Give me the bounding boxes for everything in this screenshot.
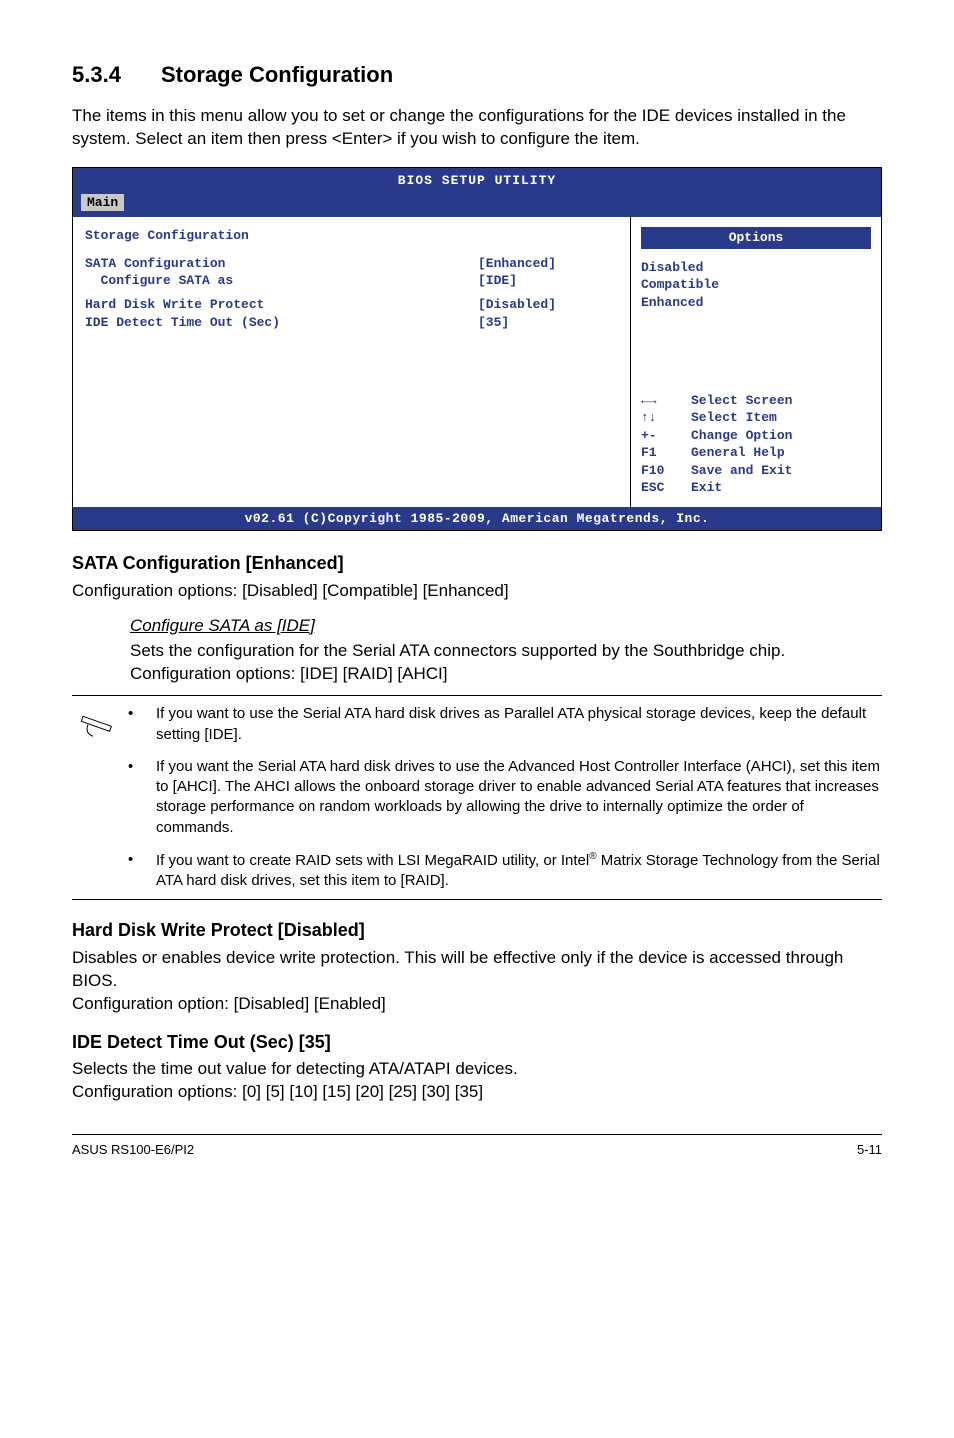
- sata-config-heading: SATA Configuration [Enhanced]: [72, 551, 882, 575]
- section-number: 5.3.4: [72, 60, 121, 90]
- bios-options-header: Options: [641, 227, 871, 249]
- bios-row-label: IDE Detect Time Out (Sec): [85, 314, 478, 332]
- bios-row-value: [Enhanced]: [478, 255, 618, 273]
- note-bullet-3: •If you want to create RAID sets with LS…: [128, 850, 882, 892]
- bios-row-sata-config[interactable]: SATA Configuration [Enhanced]: [85, 255, 618, 273]
- bios-help-row: ↑↓Select Item: [641, 409, 871, 427]
- note-box: •If you want to use the Serial ATA hard …: [72, 695, 882, 900]
- bios-row-value: [35]: [478, 314, 618, 332]
- bios-option[interactable]: Enhanced: [641, 294, 871, 312]
- hdwp-heading: Hard Disk Write Protect [Disabled]: [72, 918, 882, 942]
- ide-text: Selects the time out value for detecting…: [72, 1058, 882, 1081]
- ide-text2: Configuration options: [0] [5] [10] [15]…: [72, 1081, 882, 1104]
- bios-help-row: ←→Select Screen: [641, 392, 871, 410]
- footer-product: ASUS RS100-E6/PI2: [72, 1141, 857, 1159]
- bios-row-label: Hard Disk Write Protect: [85, 296, 478, 314]
- footer-page: 5-11: [857, 1141, 882, 1159]
- bios-option[interactable]: Compatible: [641, 276, 871, 294]
- bios-row-ide-timeout[interactable]: IDE Detect Time Out (Sec) [35]: [85, 314, 618, 332]
- hdwp-text: Disables or enables device write protect…: [72, 947, 882, 993]
- hdwp-text2: Configuration option: [Disabled] [Enable…: [72, 993, 882, 1016]
- section-heading: 5.3.4 Storage Configuration: [72, 60, 882, 90]
- bios-footer: v02.61 (C)Copyright 1985-2009, American …: [73, 507, 881, 531]
- bios-row-label: SATA Configuration: [85, 255, 478, 273]
- bios-top-bar: BIOS SETUP UTILITY: [73, 168, 881, 194]
- bios-title: BIOS SETUP UTILITY: [81, 172, 873, 190]
- section-title-text: Storage Configuration: [161, 62, 393, 87]
- bios-tab-row: Main: [73, 194, 881, 218]
- configure-sata-heading: Configure SATA as [IDE]: [130, 615, 882, 638]
- bios-tab-main[interactable]: Main: [81, 194, 124, 211]
- bios-left-pane: Storage Configuration SATA Configuration…: [73, 217, 631, 506]
- bios-help-row: F1General Help: [641, 444, 871, 462]
- note-bullet-2: •If you want the Serial ATA hard disk dr…: [128, 757, 882, 838]
- ide-heading: IDE Detect Time Out (Sec) [35]: [72, 1030, 882, 1054]
- bios-left-header: Storage Configuration: [85, 227, 618, 245]
- bios-help-row: ESCExit: [641, 479, 871, 497]
- bios-row-value: [IDE]: [478, 272, 618, 290]
- note-bullet-1: •If you want to use the Serial ATA hard …: [128, 704, 882, 745]
- bios-option[interactable]: Disabled: [641, 259, 871, 277]
- bios-row-hd-write-protect[interactable]: Hard Disk Write Protect [Disabled]: [85, 296, 618, 314]
- intro-paragraph: The items in this menu allow you to set …: [72, 104, 882, 152]
- bios-help-row: +-Change Option: [641, 427, 871, 445]
- bios-row-label: Configure SATA as: [85, 272, 478, 290]
- bios-row-value: [Disabled]: [478, 296, 618, 314]
- bios-right-pane: Options Disabled Compatible Enhanced ←→S…: [631, 217, 881, 506]
- sata-config-text: Configuration options: [Disabled] [Compa…: [72, 580, 882, 603]
- registered-mark: ®: [589, 851, 596, 862]
- page-footer: ASUS RS100-E6/PI2 5-11: [72, 1134, 882, 1159]
- configure-sata-text: Sets the configuration for the Serial AT…: [130, 640, 882, 686]
- bios-screenshot: BIOS SETUP UTILITY Main Storage Configur…: [72, 167, 882, 531]
- note-icon: [72, 704, 128, 891]
- bios-help-row: F10Save and Exit: [641, 462, 871, 480]
- bios-row-configure-sata-as[interactable]: Configure SATA as [IDE]: [85, 272, 618, 290]
